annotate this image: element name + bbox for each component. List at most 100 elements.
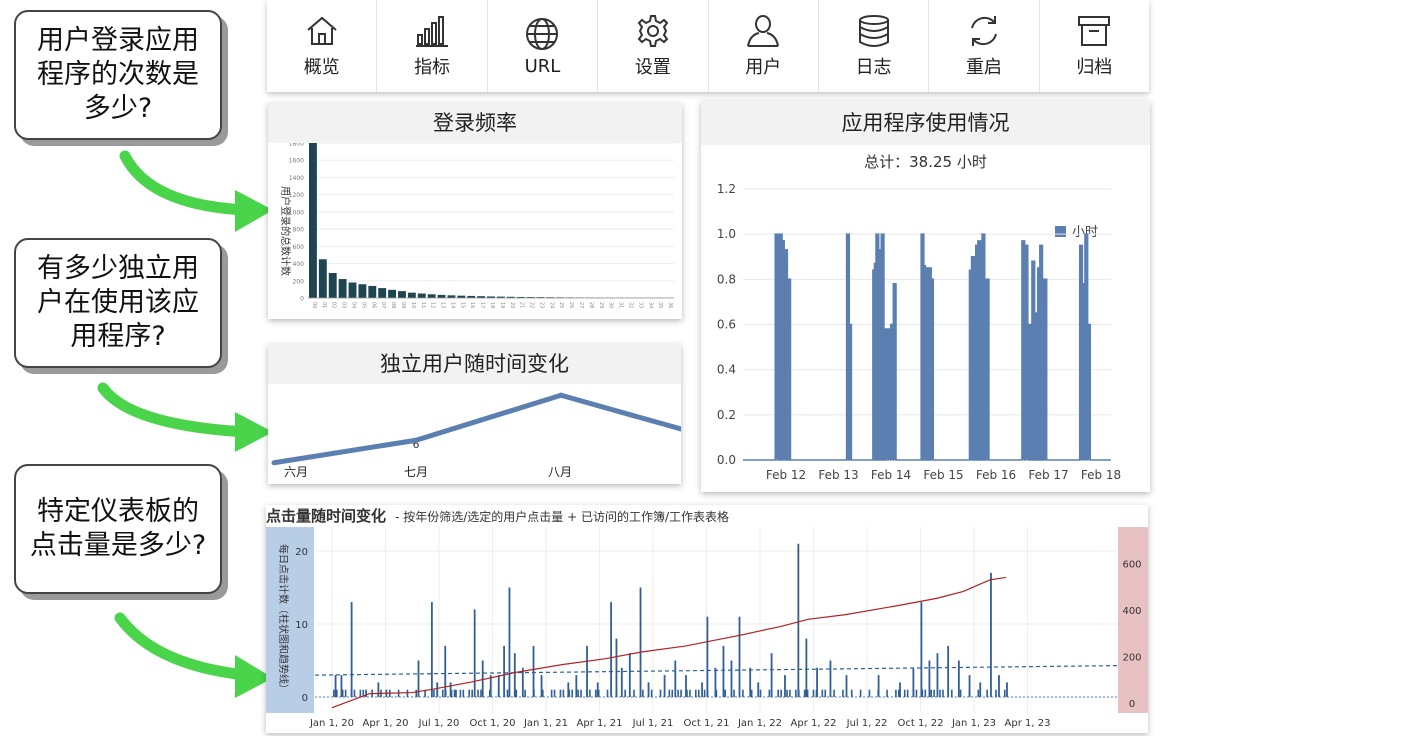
bar [473, 609, 476, 697]
toolbar-settings-button[interactable]: 设置 [598, 0, 709, 92]
bar [786, 689, 788, 697]
bar [868, 689, 871, 697]
x-tick-label: 03 [341, 302, 347, 308]
bar [417, 293, 426, 298]
login-frequency-panel: 登录频率 用户登录的总数计数 0 200 400 600 800 1000 1200 1400… [268, 103, 682, 319]
y-axis-label: 用户登录的总数计数 [279, 186, 292, 276]
clicks-chart: 每日点击计数（柱状图和趋势线） 010200200400600Jan 1, 20… [266, 527, 1148, 729]
bar [797, 543, 800, 697]
unique-users-chart: 6 六月 七月 八月 [271, 392, 684, 479]
bar [459, 689, 462, 697]
x-tick-label: Jan 1, 21 [523, 718, 568, 729]
bar [468, 689, 471, 697]
x-tick-label: 02 [331, 302, 337, 308]
toolbar-label: 设置 [634, 57, 671, 78]
toolbar-label: 概览 [303, 57, 340, 78]
bar [685, 675, 687, 697]
x-tick-label: 11 [420, 302, 426, 308]
toolbar-logs-button[interactable]: 日志 [819, 0, 930, 92]
bar [340, 675, 343, 697]
y-tick-label: 0.8 [717, 272, 736, 286]
bar [462, 689, 465, 697]
x-tick-label: Apr 1, 21 [577, 718, 623, 729]
bar [436, 682, 439, 697]
y-tick-label: 1800 [289, 143, 304, 148]
x-tick-label: Apr 1, 20 [363, 718, 409, 729]
x-tick-label: 21 [519, 302, 525, 308]
y-tick-label: 600 [293, 244, 305, 251]
x-tick-label: 04 [351, 302, 357, 308]
toolbar-overview-button[interactable]: 概览 [267, 0, 378, 92]
y-tick-label: 0 [302, 693, 308, 704]
y-tick-label: 1200 [289, 192, 304, 199]
x-tick-label: Jul 1, 20 [418, 718, 460, 729]
database-icon [858, 15, 889, 47]
x-tick-label: 01 [321, 302, 327, 308]
y-tick-label: 200 [293, 278, 305, 285]
bar [877, 675, 880, 697]
toolbar-archive-button[interactable]: 归档 [1040, 0, 1149, 92]
bar [477, 689, 479, 697]
bar [722, 645, 725, 697]
data-point [271, 460, 277, 466]
bar [515, 689, 518, 697]
bar [333, 689, 335, 697]
y-tick-label: 800 [293, 227, 305, 234]
home-icon [307, 16, 337, 45]
bar [895, 689, 897, 697]
bar [471, 689, 473, 697]
x-tick-label: 07 [380, 302, 386, 308]
bar [553, 689, 556, 697]
bar [668, 689, 671, 697]
question-text: 特定仪表板的点击量是多少? [29, 496, 207, 561]
x-tick-label: Feb 16 [976, 468, 1016, 482]
clicks-header: 点击量随时间变化 - 按年份筛选/选定的用户点击量 + 已访问的工作簿/工作表表… [266, 505, 729, 527]
x-tick-label: 05 [360, 302, 366, 308]
bar [506, 689, 509, 697]
data-point [558, 392, 564, 398]
bar [968, 675, 971, 697]
bar [979, 682, 982, 697]
bar [703, 689, 706, 697]
bar [829, 660, 832, 697]
bar [508, 587, 511, 697]
right-axis-band [1118, 527, 1148, 713]
bar [833, 689, 835, 697]
bar [733, 689, 735, 697]
question-text: 有多少独立用户在使用该应用程序? [37, 253, 199, 352]
bar [596, 682, 599, 697]
bar [977, 689, 980, 697]
y-tick-label: 20 [295, 547, 308, 558]
cumulative-line [331, 576, 1007, 709]
data-point [413, 437, 419, 443]
bar [886, 689, 888, 697]
bar [995, 689, 997, 697]
bar [677, 689, 679, 697]
x-tick-label: 17 [479, 302, 485, 308]
toolbar-url-button[interactable]: URL [488, 0, 599, 92]
toolbar-restart-button[interactable]: 重启 [929, 0, 1040, 92]
x-tick-label: 36 [667, 302, 673, 308]
bar [368, 285, 377, 298]
bar [749, 667, 752, 697]
x-tick-label: 30 [608, 302, 614, 308]
app-usage-panel: 应用程序使用情况 总计：38.25 小时 小时 0.0 0.2 0.4 0.6 0.8 1… [701, 101, 1150, 492]
bar [998, 675, 1000, 697]
bar [427, 294, 436, 298]
toolbar-label: 日志 [855, 57, 892, 78]
toolbar-metrics-button[interactable]: 指标 [377, 0, 488, 92]
panel-title: 登录频率 [268, 103, 682, 143]
bar [780, 689, 782, 697]
bar [449, 682, 452, 697]
x-tick-label: 32 [627, 302, 633, 308]
toolbar-label: URL [524, 55, 561, 77]
x-tick-label: Feb 13 [818, 468, 858, 482]
bar [803, 689, 806, 697]
x-tick-label: Feb 18 [1081, 468, 1121, 482]
x-tick-label: 15 [459, 302, 465, 308]
x-tick-label: 23 [538, 302, 544, 308]
panel-title: 独立用户随时间变化 [268, 344, 681, 384]
toolbar-users-button[interactable]: 用户 [709, 0, 819, 92]
panel-title: 点击量随时间变化 [266, 507, 387, 525]
y-tick-label: 0.2 [717, 408, 736, 422]
